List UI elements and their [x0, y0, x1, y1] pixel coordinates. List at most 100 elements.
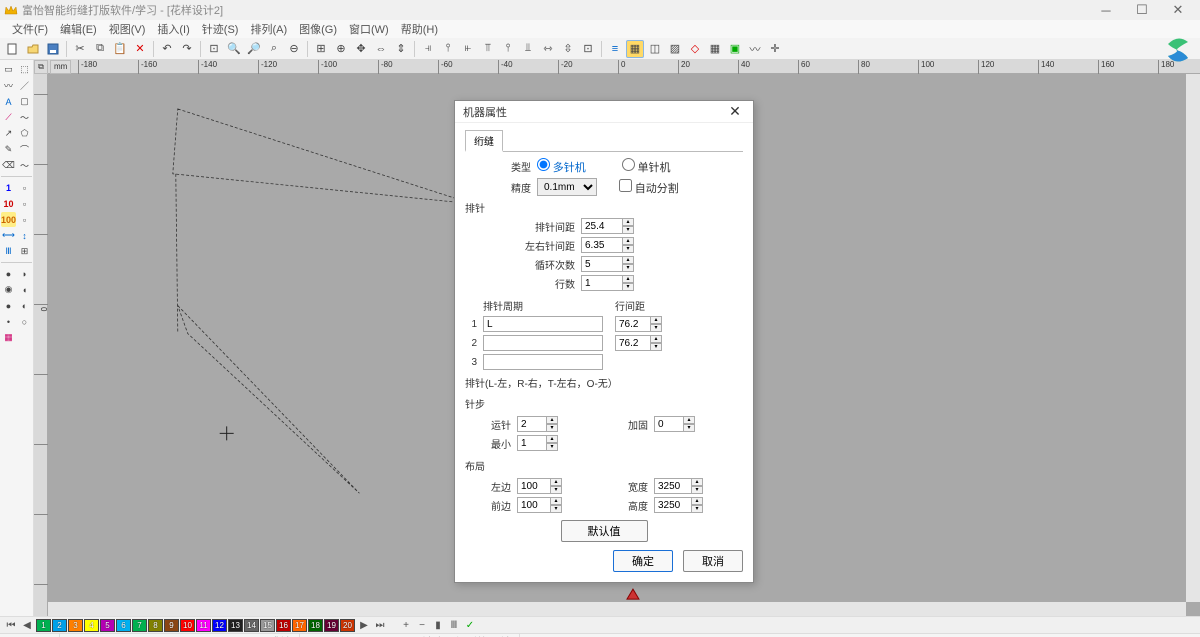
align-center-icon[interactable]: ⊕ — [332, 40, 350, 58]
swatch-add-icon[interactable]: + — [399, 618, 413, 632]
ruler-horizontal[interactable]: -180-160-140-120-100-80-60-40-2002040608… — [48, 60, 1200, 74]
color-swatch-9[interactable]: 9 — [164, 619, 179, 632]
zoom-minus-icon[interactable]: ⊖ — [285, 40, 303, 58]
lr-gap-input[interactable]: ▴▾ — [581, 237, 634, 253]
swatch-fill-icon[interactable]: ▮ — [431, 618, 445, 632]
copy-icon[interactable]: ⧉ — [91, 40, 109, 58]
ruler-tool[interactable]: Ⅲ — [1, 244, 16, 259]
period-1-input[interactable] — [483, 316, 603, 332]
save-icon[interactable] — [44, 40, 62, 58]
left-input[interactable]: ▴▾ — [517, 478, 562, 494]
reinforce-input[interactable]: ▴▾ — [654, 416, 695, 432]
crosshair-icon[interactable]: ✛ — [766, 40, 784, 58]
shade-tool[interactable]: ◐ — [17, 298, 32, 313]
measure-v-tool[interactable]: ↕ — [17, 228, 32, 243]
color-swatch-7[interactable]: 7 — [132, 619, 147, 632]
stitch-view-icon[interactable]: ≡ — [606, 40, 624, 58]
type-single-radio[interactable]: 单针机 — [622, 158, 671, 175]
width-input[interactable]: ▴▾ — [654, 478, 703, 494]
needle-gap-input[interactable]: ▴▾ — [581, 218, 634, 234]
layer-a-tool[interactable]: ▫ — [17, 180, 32, 195]
swatch-last-icon[interactable]: ⏭ — [373, 618, 387, 632]
vertical-scrollbar[interactable] — [1186, 74, 1200, 602]
layer-1-tool[interactable]: 1 — [1, 180, 16, 195]
height-input[interactable]: ▴▾ — [654, 497, 703, 513]
precision-select[interactable]: 0.1mm — [537, 178, 597, 196]
dialog-titlebar[interactable]: 机器属性 ✕ — [455, 101, 753, 123]
menu-image[interactable]: 图像(G) — [293, 21, 343, 37]
color-swatch-3[interactable]: 3 — [68, 619, 83, 632]
layer-10-tool[interactable]: 10 — [1, 196, 16, 211]
eraser-tool[interactable]: ⌫ — [1, 158, 16, 173]
undo-icon[interactable]: ↶ — [158, 40, 176, 58]
align-right-icon[interactable]: ⫦ — [459, 40, 477, 58]
arrow-tool[interactable]: ↗ — [1, 126, 16, 141]
color-swatch-19[interactable]: 19 — [324, 619, 339, 632]
move-icon[interactable]: ✥ — [352, 40, 370, 58]
arc-tool[interactable]: ⌒ — [17, 142, 32, 157]
align-bottom-icon[interactable]: ⫫ — [519, 40, 537, 58]
same-size-icon[interactable]: ⊡ — [579, 40, 597, 58]
color-swatch-18[interactable]: 18 — [308, 619, 323, 632]
run-input[interactable]: ▴▾ — [517, 416, 558, 432]
zigzag-tool[interactable]: 〰 — [1, 78, 16, 93]
period-2-input[interactable] — [483, 335, 603, 351]
pointer-tool[interactable]: ▭ — [1, 62, 16, 77]
outline-icon[interactable]: ◇ — [686, 40, 704, 58]
swatch-prev-icon[interactable]: ◀ — [20, 618, 34, 632]
auto-split-checkbox[interactable]: 自动分割 — [619, 179, 679, 196]
align-hcenter-icon[interactable]: ⫯ — [439, 40, 457, 58]
ruler-corner[interactable]: ⧉ — [34, 60, 48, 74]
swatch-first-icon[interactable]: ⏮ — [4, 618, 18, 632]
same-width-icon[interactable]: ⇿ — [539, 40, 557, 58]
line-tool[interactable]: ／ — [17, 78, 32, 93]
minimize-button[interactable]: ─ — [1088, 0, 1124, 20]
grid-icon[interactable]: ▦ — [706, 40, 724, 58]
swatch-stroke-icon[interactable]: Ⅲ — [447, 618, 461, 632]
color-swatch-8[interactable]: 8 — [148, 619, 163, 632]
color-swatch-6[interactable]: 6 — [116, 619, 131, 632]
align-top-icon[interactable]: ⫪ — [479, 40, 497, 58]
swatch-next-icon[interactable]: ▶ — [357, 618, 371, 632]
swatch-remove-icon[interactable]: − — [415, 618, 429, 632]
menu-view[interactable]: 视图(V) — [103, 21, 152, 37]
grid-tool[interactable]: ▦ — [1, 330, 16, 345]
type-multi-radio[interactable]: 多针机 — [537, 158, 586, 175]
disc-tool[interactable]: ○ — [17, 314, 32, 329]
redo-icon[interactable]: ↷ — [178, 40, 196, 58]
simulate-icon[interactable]: 〰 — [746, 40, 764, 58]
color-swatch-15[interactable]: 15 — [260, 619, 275, 632]
preview-icon[interactable]: ▣ — [726, 40, 744, 58]
min-input[interactable]: ▴▾ — [517, 435, 558, 451]
circle-tool[interactable]: ● — [1, 266, 16, 281]
open-icon[interactable] — [24, 40, 42, 58]
swatch-check-icon[interactable]: ✓ — [463, 618, 477, 632]
menu-window[interactable]: 窗口(W) — [343, 21, 395, 37]
color-swatch-14[interactable]: 14 — [244, 619, 259, 632]
fill-tool[interactable]: ● — [1, 298, 16, 313]
align-grid-icon[interactable]: ⊞ — [312, 40, 330, 58]
rows-input[interactable]: ▴▾ — [581, 275, 634, 291]
ellipse-tool[interactable]: ◗ — [17, 266, 32, 281]
same-height-icon[interactable]: ⇳ — [559, 40, 577, 58]
front-input[interactable]: ▴▾ — [517, 497, 562, 513]
color-swatch-4[interactable]: 4 — [84, 619, 99, 632]
paste-icon[interactable]: 📋 — [111, 40, 129, 58]
color-swatch-12[interactable]: 12 — [212, 619, 227, 632]
smooth-tool[interactable]: 〜 — [17, 158, 32, 173]
default-button[interactable]: 默认值 — [561, 520, 648, 542]
select-tool[interactable]: ⬚ — [17, 62, 32, 77]
zoom-fit-icon[interactable]: ⊡ — [205, 40, 223, 58]
wireframe-icon[interactable]: ◫ — [646, 40, 664, 58]
align-vcenter-icon[interactable]: ⫯ — [499, 40, 517, 58]
hatch-icon[interactable]: ▨ — [666, 40, 684, 58]
menu-file[interactable]: 文件(F) — [6, 21, 54, 37]
bezier-tool[interactable]: 〜 — [17, 110, 32, 125]
ring-tool[interactable]: ◉ — [1, 282, 16, 297]
color-swatch-10[interactable]: 10 — [180, 619, 195, 632]
layer-100-tool[interactable]: 100 — [1, 212, 16, 227]
color-swatch-13[interactable]: 13 — [228, 619, 243, 632]
text-tool[interactable]: A — [1, 94, 16, 109]
distribute-h-icon[interactable]: ⇔ — [372, 40, 390, 58]
dot-tool[interactable]: • — [1, 314, 16, 329]
